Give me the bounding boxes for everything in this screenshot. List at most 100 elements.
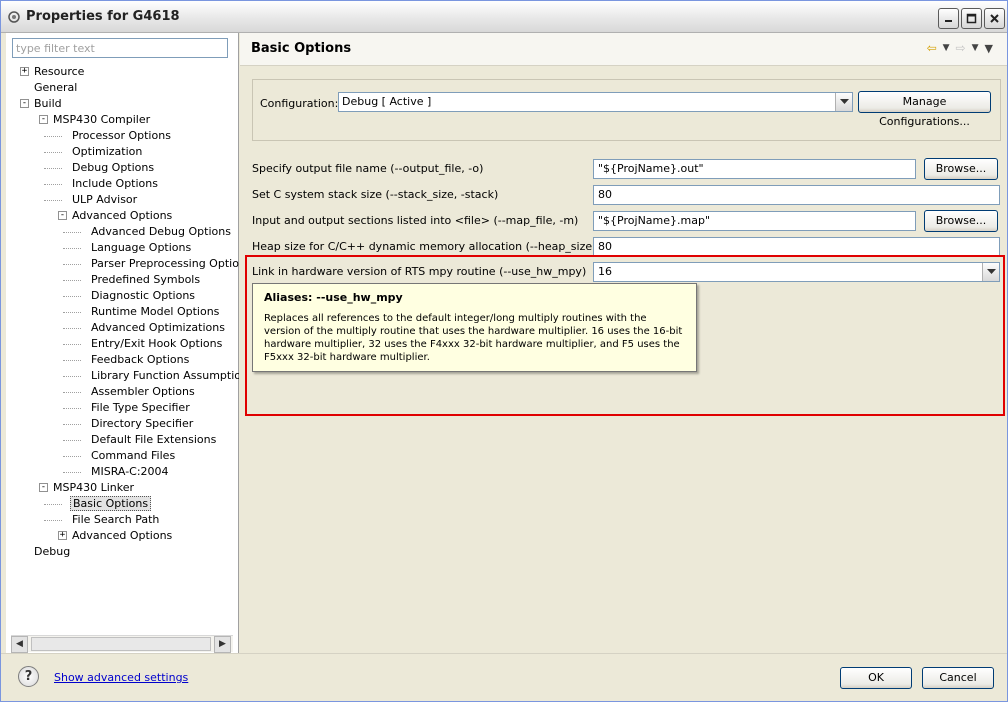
tree-item[interactable]: Default File Extensions <box>89 432 218 448</box>
tree-item-label: Advanced Debug Options <box>91 225 231 238</box>
tree-connector <box>63 264 81 265</box>
forward-dropdown-icon[interactable]: ▼ <box>972 43 979 53</box>
configuration-select[interactable]: Debug [ Active ] <box>338 92 853 112</box>
window-title: Properties for G4618 <box>26 9 180 24</box>
page-header: Basic Options ⇦ ▼ ⇨ ▼ ▼ <box>240 33 1007 66</box>
tree-item-label: Assembler Options <box>91 385 195 398</box>
tree-item[interactable]: Language Options <box>89 240 193 256</box>
tree-item[interactable]: Assembler Options <box>89 384 197 400</box>
tree-item[interactable]: File Type Specifier <box>89 400 192 416</box>
tree-item[interactable]: Debug <box>32 544 72 560</box>
tree-connector <box>44 152 62 153</box>
tree-item[interactable]: Predefined Symbols <box>89 272 202 288</box>
browse-button[interactable]: Browse... <box>924 158 998 180</box>
cancel-button[interactable]: Cancel <box>922 667 994 689</box>
collapse-icon[interactable]: - <box>58 211 67 220</box>
tree-connector <box>63 408 81 409</box>
tree-item[interactable]: Command Files <box>89 448 177 464</box>
collapse-icon[interactable]: - <box>20 99 29 108</box>
tree-item[interactable]: Resource <box>32 64 86 80</box>
option-value: "${ProjName}.map" <box>598 214 711 227</box>
tree-item-label: Debug Options <box>72 161 155 174</box>
option-value: 80 <box>598 188 612 201</box>
tree-item[interactable]: Diagnostic Options <box>89 288 197 304</box>
maximize-button[interactable] <box>961 8 982 29</box>
close-button[interactable] <box>984 8 1005 29</box>
view-menu-icon[interactable]: ▼ <box>985 42 993 55</box>
tree-item-label: File Type Specifier <box>91 401 190 414</box>
option-input[interactable]: 80 <box>593 185 1000 205</box>
nav-toolbar: ⇦ ▼ ⇨ ▼ ▼ <box>927 41 993 55</box>
page-title: Basic Options <box>251 41 352 56</box>
help-icon[interactable]: ? <box>18 666 39 687</box>
tree-item-label: Runtime Model Options <box>91 305 220 318</box>
tree-item[interactable]: ULP Advisor <box>70 192 139 208</box>
tree-item[interactable]: Directory Specifier <box>89 416 195 432</box>
option-input[interactable]: "${ProjName}.map" <box>593 211 916 231</box>
tree-item[interactable]: Include Options <box>70 176 160 192</box>
expand-icon[interactable]: + <box>58 531 67 540</box>
tree-item-label: Feedback Options <box>91 353 190 366</box>
minimize-icon <box>945 20 952 22</box>
filter-input[interactable] <box>12 38 228 58</box>
properties-window: Properties for G4618 +ResourceGeneral-Bu… <box>0 0 1008 702</box>
tooltip-body: Replaces all references to the default i… <box>264 313 683 363</box>
tree-connector <box>44 504 62 505</box>
manage-configurations-button[interactable]: Manage Configurations... <box>858 91 991 128</box>
tree-item-label: Processor Options <box>72 129 171 142</box>
tree-item-label: Resource <box>34 65 85 78</box>
tree-item[interactable]: Debug Options <box>70 160 156 176</box>
option-input[interactable]: "${ProjName}.out" <box>593 159 916 179</box>
back-arrow-icon[interactable]: ⇦ <box>927 41 937 55</box>
tree-item[interactable]: Build <box>32 96 64 112</box>
tree-item-label: Language Options <box>91 241 192 254</box>
scroll-thumb[interactable] <box>31 637 211 651</box>
tree-connector <box>63 328 81 329</box>
chevron-down-icon[interactable] <box>835 93 852 111</box>
tree-connector <box>44 184 62 185</box>
tree-item[interactable]: Advanced Options <box>70 528 174 544</box>
configuration-group: Configuration: Debug [ Active ] Manage C… <box>252 79 1001 141</box>
tree-item[interactable]: Library Function Assumption <box>89 368 239 384</box>
tree-connector <box>63 440 81 441</box>
forward-arrow-icon[interactable]: ⇨ <box>956 41 966 55</box>
tree-item[interactable]: Runtime Model Options <box>89 304 221 320</box>
tree-item[interactable]: Processor Options <box>70 128 173 144</box>
ok-button[interactable]: OK <box>840 667 912 689</box>
horizontal-scrollbar[interactable]: ◀ ▶ <box>11 635 233 653</box>
tree-item-label: Directory Specifier <box>91 417 194 430</box>
tree-item[interactable]: Feedback Options <box>89 352 191 368</box>
tree-item[interactable]: Basic Options <box>70 496 152 512</box>
option-label: Heap size for C/C++ dynamic memory alloc… <box>252 240 635 253</box>
tree-item[interactable]: Advanced Debug Options <box>89 224 233 240</box>
expand-icon[interactable]: + <box>20 67 29 76</box>
tree-item[interactable]: MISRA-C:2004 <box>89 464 171 480</box>
tree-item[interactable]: Entry/Exit Hook Options <box>89 336 224 352</box>
tree-item[interactable]: MSP430 Compiler <box>51 112 152 128</box>
tree-item[interactable]: File Search Path <box>70 512 161 528</box>
tree-item[interactable]: Advanced Options <box>70 208 174 224</box>
tree-connector <box>63 344 81 345</box>
minimize-button[interactable] <box>938 8 959 29</box>
tree-connector <box>63 296 81 297</box>
tree-item[interactable]: General <box>32 80 79 96</box>
tree-connector <box>44 520 62 521</box>
collapse-icon[interactable]: - <box>39 115 48 124</box>
tree-item-label: Diagnostic Options <box>91 289 196 302</box>
configuration-label: Configuration: <box>260 97 339 110</box>
tree-item-label: ULP Advisor <box>72 193 138 206</box>
collapse-icon[interactable]: - <box>39 483 48 492</box>
tree-connector <box>63 248 81 249</box>
tree-item[interactable]: Advanced Optimizations <box>89 320 227 336</box>
back-dropdown-icon[interactable]: ▼ <box>943 43 950 53</box>
property-tree: + Resource General - Build - MSP430 Compiler Pr… <box>6 62 239 636</box>
tree-item[interactable]: Optimization <box>70 144 144 160</box>
tree-item[interactable]: Parser Preprocessing Option <box>89 256 239 272</box>
browse-button[interactable]: Browse... <box>924 210 998 232</box>
tree-item[interactable]: MSP430 Linker <box>51 480 136 496</box>
tree-item-label: MISRA-C:2004 <box>91 465 169 478</box>
option-input[interactable]: 80 <box>593 237 1000 257</box>
scroll-right-icon[interactable]: ▶ <box>214 636 231 653</box>
show-advanced-settings-link[interactable]: Show advanced settings <box>54 671 188 684</box>
scroll-left-icon[interactable]: ◀ <box>11 636 28 653</box>
